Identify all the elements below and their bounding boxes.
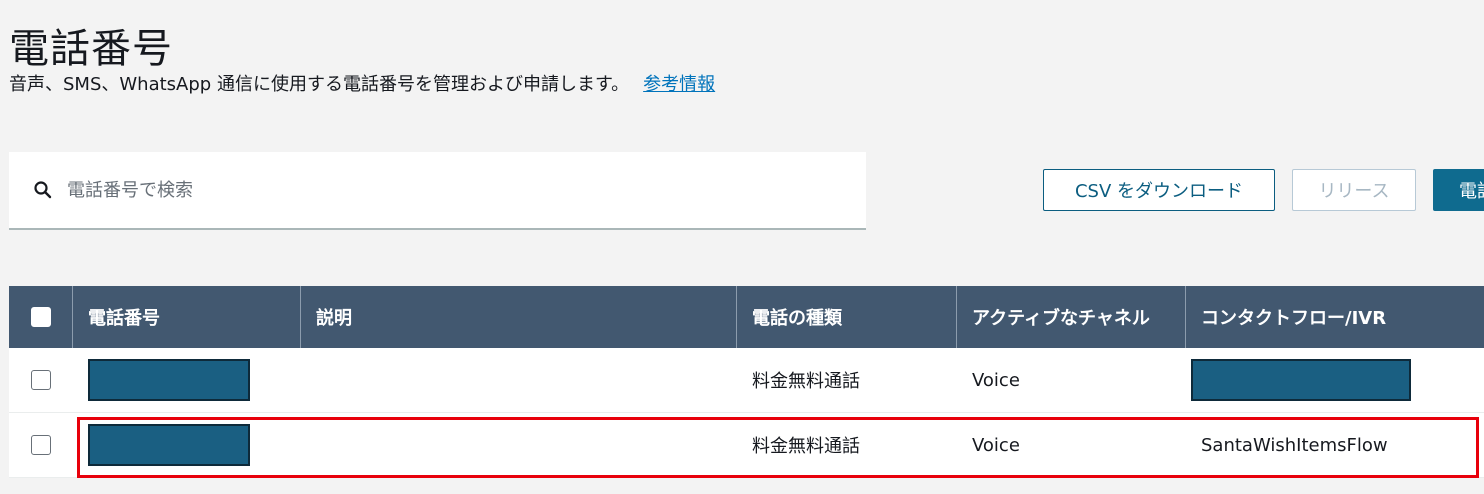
info-link[interactable]: 参考情報 [643, 74, 715, 95]
description-cell [301, 348, 737, 412]
phone-number-cell[interactable] [73, 413, 301, 477]
column-header-description[interactable]: 説明 [301, 286, 737, 348]
description-text: 音声、SMS、WhatsApp 通信に使用する電話番号を管理および申請します。 [9, 74, 630, 95]
redacted-phone-number [88, 424, 250, 466]
column-header-active-channels[interactable]: アクティブなチャネル [957, 286, 1186, 348]
table-row[interactable]: 料金無料通話 Voice SantaWishItemsFlow [9, 413, 1484, 478]
search-icon [34, 181, 52, 199]
select-all-checkbox[interactable] [30, 307, 51, 327]
column-header-contact-flow[interactable]: コンタクトフロー/IVR [1186, 286, 1484, 348]
channel-cell: Voice [972, 369, 1020, 391]
redacted-contact-flow [1191, 359, 1411, 401]
channel-cell: Voice [972, 434, 1020, 456]
row-select-cell [9, 348, 73, 412]
search-input[interactable] [67, 179, 866, 201]
row-select-cell [9, 413, 73, 477]
phone-numbers-table: 電話番号 説明 電話の種類 アクティブなチャネル コンタクトフロー/IVR 料金… [9, 286, 1484, 478]
row-checkbox[interactable] [31, 370, 51, 390]
phone-type-cell: 料金無料通話 [752, 436, 860, 457]
column-header-phone-number[interactable]: 電話番号 [73, 286, 301, 348]
column-header-phone-type[interactable]: 電話の種類 [737, 286, 957, 348]
phone-number-cell[interactable] [73, 348, 301, 412]
claim-number-button[interactable]: 電話番号を申請 [1433, 169, 1484, 211]
page-title: 電話番号 [9, 26, 173, 72]
table-row[interactable]: 料金無料通話 Voice [9, 348, 1484, 413]
row-checkbox[interactable] [31, 435, 51, 455]
phone-type-cell: 料金無料通話 [752, 371, 860, 392]
page-description: 音声、SMS、WhatsApp 通信に使用する電話番号を管理および申請します。参… [9, 70, 715, 96]
download-csv-button[interactable]: CSV をダウンロード [1043, 169, 1275, 211]
release-button[interactable]: リリース [1292, 169, 1416, 211]
search-box[interactable] [9, 152, 866, 230]
header-select-all [9, 286, 73, 348]
table-header: 電話番号 説明 電話の種類 アクティブなチャネル コンタクトフロー/IVR [9, 286, 1484, 348]
contact-flow-cell: SantaWishItemsFlow [1201, 434, 1388, 456]
description-cell [301, 413, 737, 477]
redacted-phone-number [88, 359, 250, 401]
contact-flow-cell [1186, 348, 1484, 412]
